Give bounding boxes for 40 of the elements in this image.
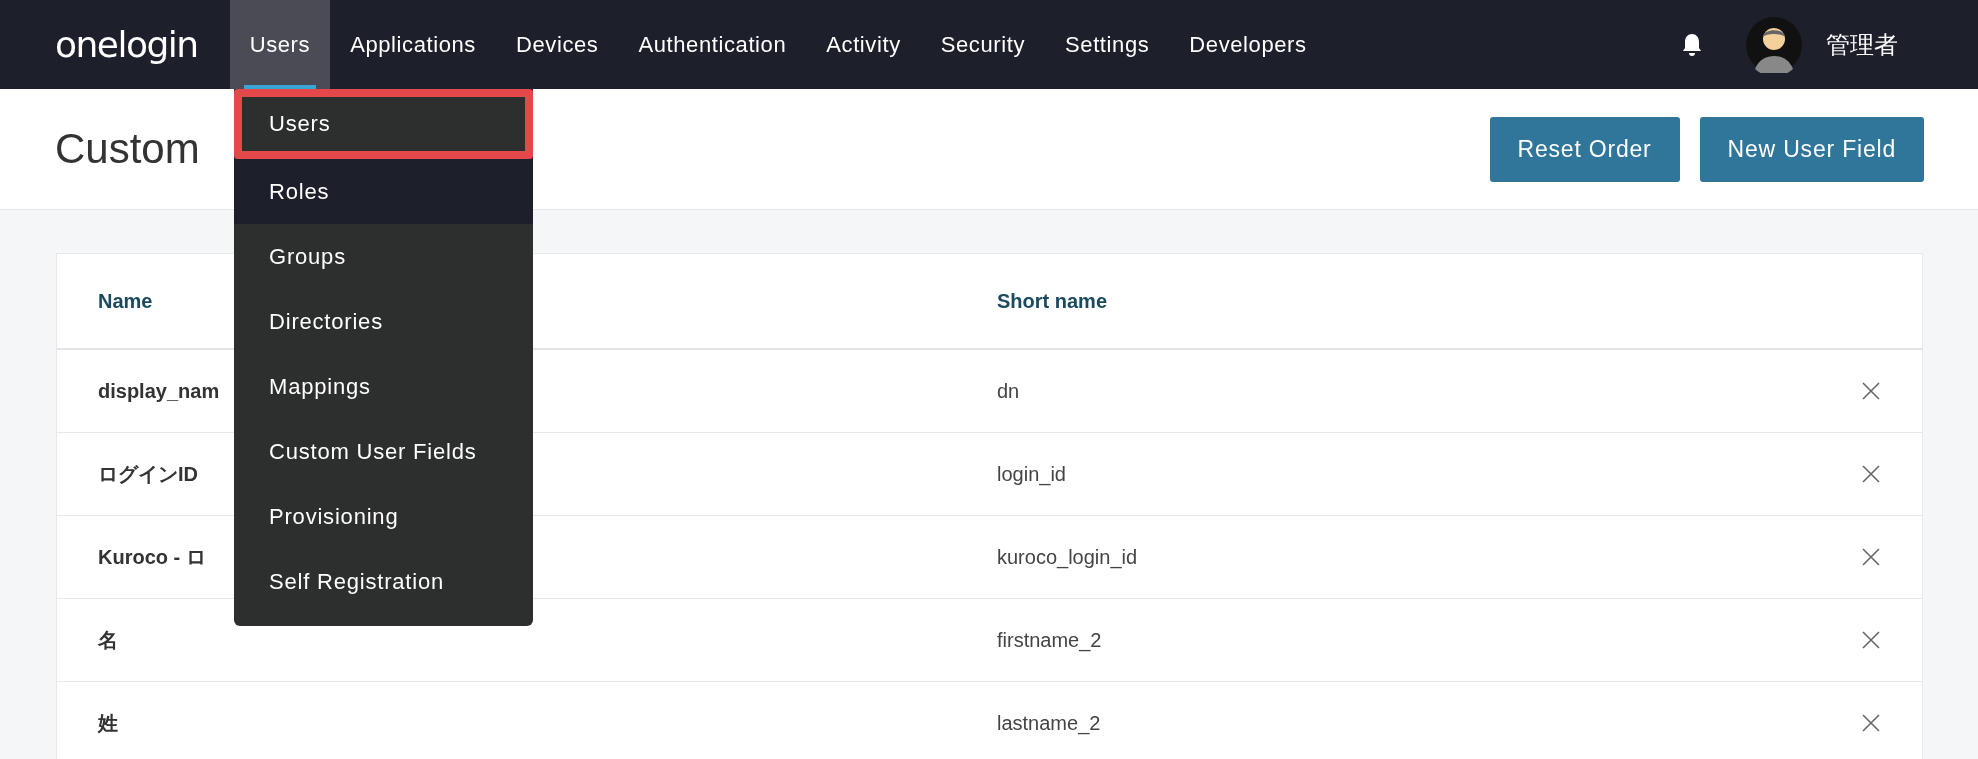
nav-tab[interactable]: Security [920,0,1046,89]
table-cell: firstname_2 [997,628,1102,652]
table-cell: login_id [997,462,1066,486]
logo: onelogin [55,24,198,65]
column-header[interactable]: Name [98,289,153,313]
page-title: Custom [55,125,201,173]
close-icon[interactable] [1862,714,1880,732]
table-cell: kuroco_login_id [997,545,1138,569]
menu-item[interactable]: Mappings [234,354,533,419]
close-icon[interactable] [1862,382,1880,400]
table-cell-text: 名 [98,627,118,653]
table-cell-text: 姓 [98,710,118,736]
menu-item[interactable]: Directories [234,289,533,354]
menu-item[interactable]: Roles [234,159,533,224]
nav-tab[interactable]: Activity [806,0,921,89]
bell-icon[interactable] [1680,31,1704,58]
nav-tab[interactable]: Users [229,0,331,89]
menu-item[interactable]: Groups [234,224,533,289]
action-button[interactable]: Reset Order [1489,116,1680,182]
table-cell-text: Kuroco - ロ [98,544,206,570]
nav-tab[interactable]: Devices [495,0,619,89]
nav-tab[interactable]: Developers [1169,0,1327,89]
nav-tab[interactable]: Applications [330,0,496,89]
column-header[interactable]: Short name [997,289,1108,313]
nav-tab[interactable]: Settings [1045,0,1170,89]
nav-tab[interactable]: Authentication [618,0,807,89]
menu-item[interactable]: Self Registration [234,549,533,614]
table-cell: display_nam [98,379,220,403]
menu-item[interactable]: Custom User Fields [234,419,533,484]
menu-item[interactable]: Provisioning [234,484,533,549]
table-cell: lastname_2 [997,711,1101,735]
avatar[interactable] [1746,16,1802,73]
table-cell: dn [997,379,1020,403]
user-name[interactable]: 管理者 [1826,28,1898,61]
close-icon[interactable] [1862,631,1880,649]
action-button[interactable]: New User Field [1699,116,1924,182]
table-cell-text: ログインID [98,461,198,487]
close-icon[interactable] [1862,465,1880,483]
menu-item[interactable]: Users [234,89,533,159]
close-icon[interactable] [1862,548,1880,566]
